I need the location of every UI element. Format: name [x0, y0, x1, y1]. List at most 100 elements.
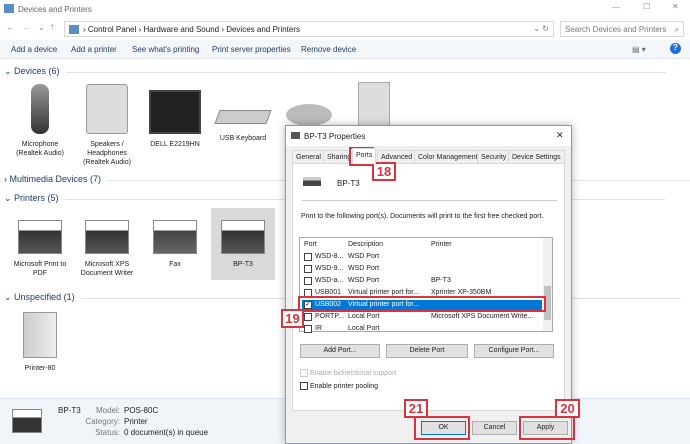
- crumb-control-panel[interactable]: Control Panel: [88, 25, 136, 34]
- pooling-checkbox[interactable]: Enable printer pooling: [300, 382, 378, 390]
- tab-security[interactable]: Security: [477, 150, 511, 164]
- crumb-devices-printers[interactable]: Devices and Printers: [226, 25, 300, 34]
- port-checkbox[interactable]: [304, 313, 312, 321]
- speaker-icon: [86, 84, 128, 134]
- chevron-icon: ⌄: [4, 193, 15, 203]
- section-devices[interactable]: ⌄ Devices (6): [4, 66, 661, 77]
- port-name: WSD-8...: [315, 253, 344, 260]
- add-device-button[interactable]: Add a device: [11, 45, 57, 54]
- refresh-icon[interactable]: ⌄ ↻: [533, 24, 549, 33]
- section-title: Devices (6): [14, 66, 60, 76]
- section-unspecified[interactable]: ⌄ Unspecified (1): [4, 292, 677, 303]
- port-checkbox[interactable]: [304, 253, 312, 261]
- breadcrumb[interactable]: › Control Panel › Hardware and Sound › D…: [64, 21, 554, 37]
- keyboard-icon: [214, 110, 272, 124]
- devices-app-icon: [4, 4, 14, 13]
- model-value: POS-80C: [124, 406, 159, 415]
- ports-list[interactable]: Port Description Printer WSD-8... WSD Po…: [299, 237, 553, 335]
- chevron-icon: ⌄: [4, 66, 15, 76]
- dialog-title-bar: BP-T3 Properties ✕: [286, 126, 571, 146]
- column-description[interactable]: Description: [348, 241, 383, 248]
- add-port-button[interactable]: Add Port...: [300, 344, 380, 358]
- port-name: USB001: [315, 289, 342, 296]
- forward-icon[interactable]: →: [22, 23, 30, 32]
- column-port[interactable]: Port: [304, 241, 317, 248]
- delete-port-button[interactable]: Delete Port: [386, 344, 468, 358]
- annotation-19: 19: [281, 309, 304, 328]
- port-printer: BP-T3: [431, 277, 451, 284]
- tab-device-settings[interactable]: Device Settings: [508, 150, 565, 164]
- configure-port-button[interactable]: Configure Port...: [474, 344, 554, 358]
- status-value: 0 document(s) in queue: [124, 428, 209, 437]
- up-icon[interactable]: ↑: [50, 22, 54, 31]
- port-row[interactable]: WSD-9... WSD Port: [302, 264, 542, 275]
- model-label: Model:: [95, 406, 120, 415]
- section-title: Printers (5): [14, 193, 59, 203]
- add-printer-button[interactable]: Add a printer: [71, 45, 117, 54]
- command-bar: Add a device Add a printer See what's pr…: [0, 40, 690, 59]
- search-placeholder: Search Devices and Printers: [565, 25, 667, 34]
- device-keyboard[interactable]: USB Keyboard: [212, 110, 274, 143]
- section-multimedia[interactable]: › Multimedia Devices (7): [4, 174, 690, 184]
- device-label: Microsoft Print to PDF: [13, 261, 67, 277]
- annotation-18: 18: [372, 162, 396, 181]
- crumb-hardware-sound[interactable]: Hardware and Sound: [143, 25, 219, 34]
- dialog-close-button[interactable]: ✕: [556, 130, 564, 141]
- recent-chevron-icon[interactable]: ⌄: [38, 23, 45, 32]
- port-row[interactable]: WSD-a... WSD Port BP-T3: [302, 276, 542, 287]
- printer-icon: [221, 220, 265, 254]
- section-printers[interactable]: ⌄ Printers (5): [4, 193, 660, 204]
- tab-color-management[interactable]: Color Management: [414, 150, 482, 164]
- remove-device-button[interactable]: Remove device: [301, 45, 356, 54]
- port-description: Local Port: [348, 313, 380, 320]
- device-printer-80[interactable]: Printer-80: [9, 312, 71, 373]
- view-options-icon[interactable]: ▤ ▾: [632, 45, 646, 54]
- device-monitor[interactable]: DELL E2219HN: [144, 90, 206, 149]
- scrollbar[interactable]: [543, 238, 552, 331]
- printer-bp-t3[interactable]: BP-T3: [211, 208, 275, 280]
- bidirectional-label: Enable bidirectional support: [309, 369, 397, 377]
- close-button[interactable]: ✕: [672, 2, 679, 11]
- status-label: Status:: [95, 428, 120, 437]
- printer-ms-pdf[interactable]: Microsoft Print to PDF: [9, 220, 71, 278]
- tab-general[interactable]: General: [292, 150, 325, 164]
- tab-ports[interactable]: Ports: [352, 148, 377, 164]
- unspecified-device-icon: [23, 312, 57, 358]
- section-title: Unspecified (1): [14, 292, 75, 302]
- port-row[interactable]: PORTP... Local Port Microsoft XPS Docume…: [302, 312, 542, 323]
- help-icon[interactable]: ?: [670, 43, 681, 54]
- annotation-20: 20: [555, 399, 580, 418]
- column-printer[interactable]: Printer: [431, 241, 452, 248]
- port-row[interactable]: WSD-8... WSD Port: [302, 252, 542, 263]
- device-speakers[interactable]: Speakers / Headphones (Realtek Audio): [76, 84, 138, 167]
- maximize-button[interactable]: ☐: [643, 2, 650, 11]
- port-description: Local Port: [348, 325, 380, 332]
- printer-fax[interactable]: Fax: [144, 220, 206, 269]
- device-label: Microphone (Realtek Audio): [16, 141, 64, 157]
- printer-icon: [85, 220, 129, 254]
- device-label: Microsoft XPS Document Writer: [80, 261, 134, 277]
- cancel-button[interactable]: Cancel: [472, 421, 517, 435]
- port-name: IR: [315, 325, 322, 332]
- bidirectional-checkbox[interactable]: Enable bidirectional support: [300, 369, 396, 377]
- printer-icon: [303, 177, 321, 186]
- device-microphone[interactable]: Microphone (Realtek Audio): [9, 84, 71, 158]
- device-label: DELL E2219HN: [150, 141, 200, 148]
- search-input[interactable]: Search Devices and Printers ⌕: [560, 21, 684, 37]
- category-value: Printer: [124, 417, 148, 426]
- port-checkbox[interactable]: [304, 325, 312, 333]
- see-whats-printing-button[interactable]: See what's printing: [132, 45, 199, 54]
- mouse-icon[interactable]: [286, 104, 332, 126]
- port-checkbox[interactable]: [304, 265, 312, 273]
- back-icon[interactable]: ←: [6, 23, 14, 32]
- print-server-properties-button[interactable]: Print server properties: [212, 45, 291, 54]
- port-description: Virtual printer port for...: [348, 289, 420, 296]
- port-checkbox[interactable]: [304, 277, 312, 285]
- port-row[interactable]: IR Local Port: [302, 324, 542, 335]
- port-description: WSD Port: [348, 277, 380, 284]
- minimize-button[interactable]: —: [612, 3, 620, 12]
- printer-ms-xps[interactable]: Microsoft XPS Document Writer: [76, 220, 138, 278]
- port-name: PORTP...: [315, 313, 344, 320]
- annotation-box-apply: [519, 416, 575, 440]
- computer-icon[interactable]: [358, 82, 390, 126]
